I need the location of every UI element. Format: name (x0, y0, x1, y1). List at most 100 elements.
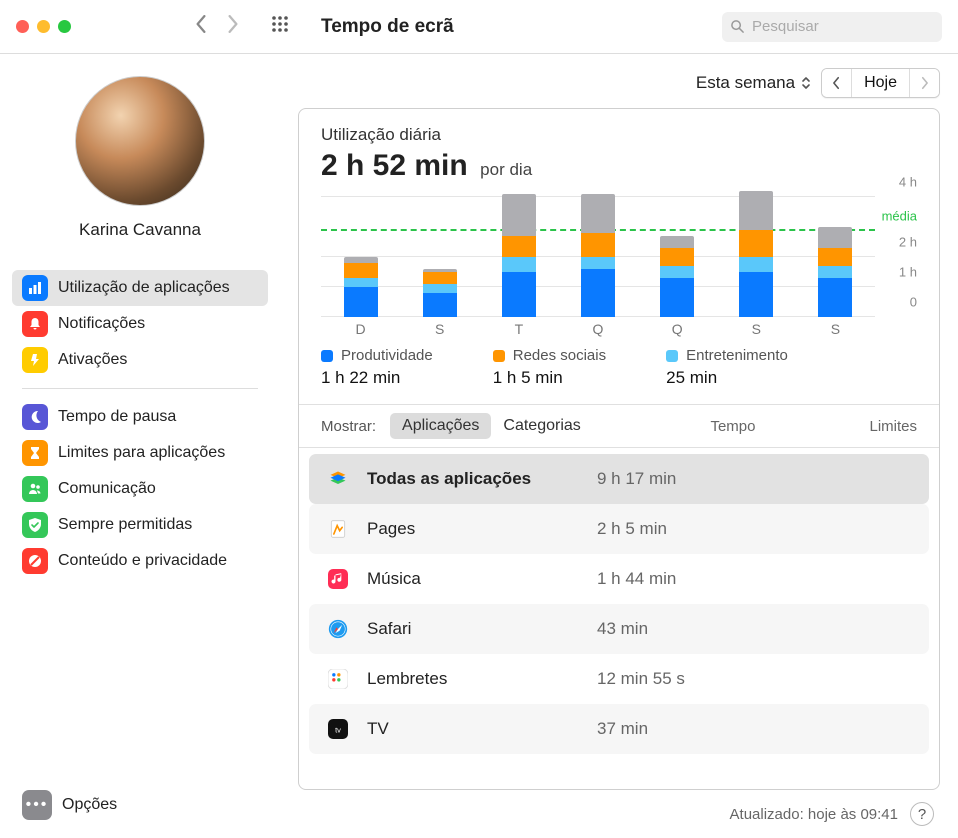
moon-icon (22, 404, 48, 430)
app-row[interactable]: Lembretes 12 min 55 s (309, 654, 929, 704)
period-label: Esta semana (696, 73, 795, 93)
sidebar-item-hourglass[interactable]: Limites para aplicações (12, 435, 268, 471)
user-avatar[interactable] (75, 76, 205, 206)
legend-item-ent: Entretenimento 25 min (666, 347, 788, 388)
usage-title: Utilização diária (321, 125, 917, 145)
sidebar-item-label: Ativações (58, 351, 127, 369)
bars-icon (22, 275, 48, 301)
col-time-header: Tempo (710, 418, 755, 435)
sidebar-options[interactable]: ••• Opções (12, 790, 268, 826)
search-field-wrap (722, 12, 942, 42)
app-row[interactable]: tv TV 37 min (309, 704, 929, 754)
filter-categories-button[interactable]: Categorias (491, 413, 592, 439)
xaxis-label: S (400, 321, 479, 337)
window-title: Tempo de ecrã (321, 16, 454, 38)
app-row[interactable]: Todas as aplicações 9 h 17 min (309, 454, 929, 504)
legend-dot (493, 350, 505, 362)
nav-arrows (195, 15, 239, 38)
app-time: 1 h 44 min (597, 569, 676, 589)
titlebar: Tempo de ecrã (0, 0, 958, 54)
user-name: Karina Cavanna (12, 220, 268, 240)
filter-label: Mostrar: (321, 418, 376, 435)
chart-bar[interactable] (638, 197, 717, 317)
sidebar-item-label: Utilização de aplicações (58, 279, 230, 297)
safari-icon (323, 614, 353, 644)
updated-label: Atualizado: hoje às 09:41 (730, 806, 898, 823)
window-controls (16, 20, 71, 33)
sidebar-item-pickup[interactable]: Ativações (12, 342, 268, 378)
chart-bar[interactable] (717, 197, 796, 317)
bell-icon (22, 311, 48, 337)
app-name: Lembretes (367, 669, 597, 689)
close-window-button[interactable] (16, 20, 29, 33)
xaxis-label: S (717, 321, 796, 337)
legend-value: 25 min (666, 368, 788, 388)
show-all-prefs-button[interactable] (271, 15, 289, 38)
app-row[interactable]: Música 1 h 44 min (309, 554, 929, 604)
xaxis-label: T (479, 321, 558, 337)
app-name: Pages (367, 519, 597, 539)
sidebar-item-people[interactable]: Comunicação (12, 471, 268, 507)
footer: Atualizado: hoje às 09:41 ? (298, 790, 940, 826)
sidebar-list: Utilização de aplicações Notificações At… (12, 270, 268, 579)
chart-bar[interactable] (400, 197, 479, 317)
chart-bar[interactable] (321, 197, 400, 317)
legend-item-soc: Redes sociais 1 h 5 min (493, 347, 606, 388)
sidebar-item-nosign[interactable]: Conteúdo e privacidade (12, 543, 268, 579)
app-time: 2 h 5 min (597, 519, 667, 539)
stack-icon (323, 464, 353, 494)
help-button[interactable]: ? (910, 802, 934, 826)
app-row[interactable]: Safari 43 min (309, 604, 929, 654)
sidebar-item-bars[interactable]: Utilização de aplicações (12, 270, 268, 306)
updown-icon (801, 76, 811, 90)
sidebar-separator (22, 388, 258, 389)
svg-text:tv: tv (335, 725, 341, 734)
search-input[interactable] (722, 12, 942, 42)
app-name: TV (367, 719, 597, 739)
usage-panel: Utilização diária 2 h 52 min por dia 01 … (298, 108, 940, 790)
hourglass-icon (22, 440, 48, 466)
nosign-icon (22, 548, 48, 574)
chart-legend: Produtividade 1 h 22 min Redes sociais 1 … (299, 337, 939, 405)
top-controls: Esta semana Hoje (298, 68, 940, 98)
col-limits-header: Limites (869, 418, 917, 435)
next-period-button[interactable] (909, 69, 939, 97)
xaxis-label: Q (558, 321, 637, 337)
chart-bar[interactable] (796, 197, 875, 317)
sidebar: Karina Cavanna Utilização de aplicações … (0, 54, 280, 838)
sidebar-item-label: Sempre permitidas (58, 516, 192, 534)
app-time: 12 min 55 s (597, 669, 685, 689)
sidebar-item-moon[interactable]: Tempo de pausa (12, 399, 268, 435)
reminders-icon (323, 664, 353, 694)
legend-dot (666, 350, 678, 362)
nav-forward-button[interactable] (227, 15, 239, 38)
period-select[interactable]: Esta semana (696, 73, 811, 93)
app-time: 9 h 17 min (597, 469, 676, 489)
minimize-window-button[interactable] (37, 20, 50, 33)
options-label: Opções (62, 796, 117, 814)
chart-bar[interactable] (479, 197, 558, 317)
legend-value: 1 h 22 min (321, 368, 433, 388)
app-name: Safari (367, 619, 597, 639)
nav-back-button[interactable] (195, 15, 207, 38)
xaxis-label: S (796, 321, 875, 337)
chart-bar[interactable] (558, 197, 637, 317)
today-button[interactable]: Hoje (851, 69, 909, 97)
legend-name: Produtividade (341, 347, 433, 364)
app-row[interactable]: Pages 2 h 5 min (309, 504, 929, 554)
app-list: Todas as aplicações 9 h 17 min Pages 2 h… (299, 448, 939, 789)
sidebar-item-label: Notificações (58, 315, 145, 333)
sidebar-item-check[interactable]: Sempre permitidas (12, 507, 268, 543)
prev-period-button[interactable] (822, 69, 851, 97)
sidebar-item-bell[interactable]: Notificações (12, 306, 268, 342)
app-name: Todas as aplicações (367, 469, 597, 489)
sidebar-item-label: Limites para aplicações (58, 444, 225, 462)
app-time: 37 min (597, 719, 648, 739)
app-time: 43 min (597, 619, 648, 639)
tv-icon: tv (323, 714, 353, 744)
zoom-window-button[interactable] (58, 20, 71, 33)
legend-value: 1 h 5 min (493, 368, 606, 388)
people-icon (22, 476, 48, 502)
app-name: Música (367, 569, 597, 589)
filter-apps-button[interactable]: Aplicações (390, 413, 491, 439)
